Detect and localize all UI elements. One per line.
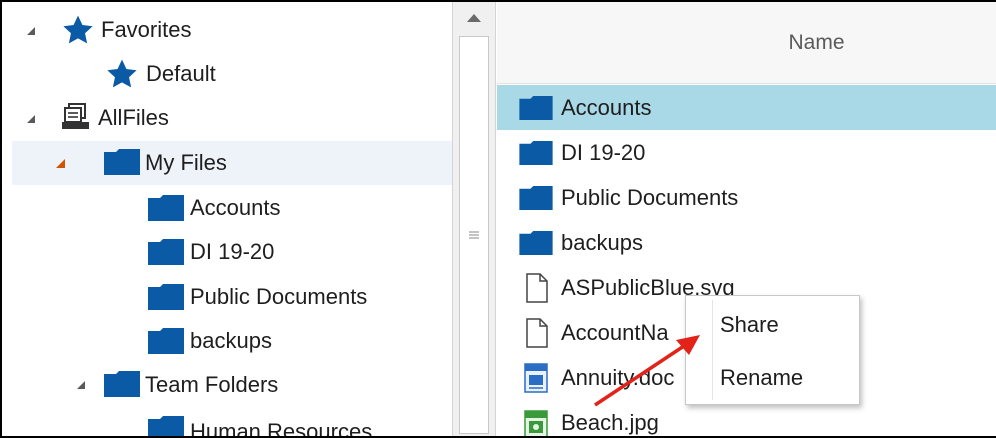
tree-item-human-resources[interactable]: Human Resources: [12, 407, 452, 436]
folder-icon: [148, 284, 184, 310]
list-item-di-19-20[interactable]: DI 19-20: [497, 130, 996, 175]
tree-label-allfiles: AllFiles: [98, 105, 169, 130]
tree-item-default[interactable]: Default: [12, 52, 452, 96]
tree-label-accounts: Accounts: [190, 195, 281, 220]
folder-icon: [148, 195, 184, 221]
folder-icon: [519, 230, 553, 255]
red-arrow-annotation: [594, 335, 700, 407]
star-icon: [62, 15, 94, 45]
folder-icon: [148, 328, 184, 354]
list-item-public-documents[interactable]: Public Documents: [497, 175, 996, 220]
file-stack-icon: [61, 103, 91, 131]
column-header-label: Name: [788, 30, 845, 54]
scroll-thumb[interactable]: [459, 36, 489, 434]
menu-item-share[interactable]: Share: [686, 299, 859, 351]
grip-lines-icon: [469, 231, 479, 239]
column-header-name[interactable]: Name: [497, 2, 996, 84]
list-item-beach[interactable]: Beach.jpg: [497, 400, 996, 436]
tree-item-di-19-20[interactable]: DI 19-20: [12, 230, 452, 274]
list-item-label: Beach.jpg: [561, 409, 659, 435]
folder-icon: [148, 239, 184, 265]
tree-label-my-files: My Files: [145, 150, 227, 175]
word-document-icon: [524, 362, 548, 393]
tree-item-backups[interactable]: backups: [12, 319, 452, 363]
image-file-icon: [524, 409, 548, 436]
tree-item-favorites[interactable]: Favorites: [12, 8, 452, 52]
file-icon: [526, 272, 548, 303]
tree-label-di-19-20: DI 19-20: [190, 239, 275, 264]
file-icon: [526, 317, 548, 348]
folder-icon: [519, 140, 553, 165]
menu-item-share-label: Share: [720, 312, 779, 337]
tree-item-public-documents[interactable]: Public Documents: [12, 275, 452, 319]
list-item-backups[interactable]: backups: [497, 220, 996, 265]
tree-label-human-resources: Human Resources: [190, 419, 373, 436]
folder-icon: [519, 95, 553, 120]
tree-label-public-documents: Public Documents: [190, 284, 368, 309]
tree-label-team-folders: Team Folders: [145, 372, 279, 397]
collapse-arrow-icon[interactable]: [77, 381, 85, 389]
list-item-accounts[interactable]: Accounts: [497, 85, 996, 130]
collapse-arrow-icon[interactable]: [27, 27, 35, 35]
list-item-label: Public Documents: [561, 184, 739, 210]
tree-item-allfiles[interactable]: AllFiles: [12, 96, 452, 140]
arrow-up-icon: [467, 14, 481, 22]
tree-item-team-folders[interactable]: Team Folders: [12, 363, 452, 407]
list-item-label: Accounts: [561, 94, 652, 120]
tree-item-accounts[interactable]: Accounts: [12, 186, 452, 230]
collapse-arrow-icon[interactable]: [27, 115, 35, 123]
menu-item-rename-label: Rename: [720, 365, 804, 390]
context-menu: Share Rename: [685, 295, 860, 405]
list-item-label: backups: [561, 229, 643, 255]
folder-tree: Favorites Default AllFiles My Files Acco…: [2, 2, 452, 436]
folder-icon: [148, 416, 184, 436]
collapse-arrow-icon[interactable]: [56, 159, 65, 168]
tree-label-backups: backups: [190, 328, 272, 353]
folder-icon: [104, 371, 140, 397]
star-icon: [106, 59, 138, 89]
tree-label-default: Default: [146, 61, 216, 86]
folder-icon: [104, 149, 140, 175]
list-item-label: DI 19-20: [561, 139, 646, 165]
tree-item-my-files[interactable]: My Files: [12, 141, 452, 185]
menu-item-rename[interactable]: Rename: [686, 352, 859, 404]
folder-icon: [519, 185, 553, 210]
tree-scrollbar[interactable]: [452, 2, 496, 436]
tree-label-favorites: Favorites: [101, 17, 192, 42]
scroll-up-button[interactable]: [453, 2, 495, 34]
